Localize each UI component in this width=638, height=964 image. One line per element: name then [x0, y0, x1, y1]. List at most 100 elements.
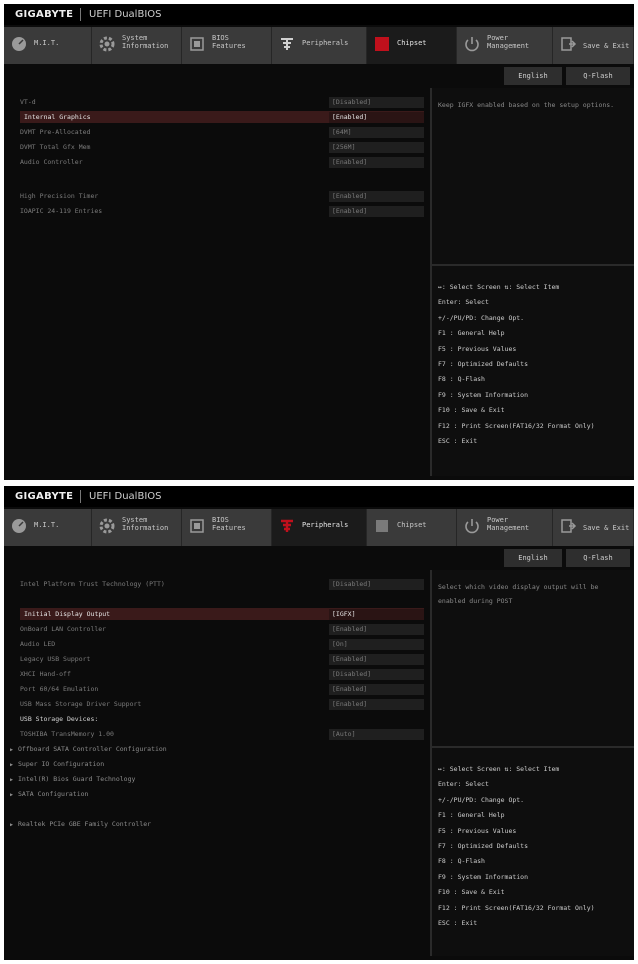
language-button[interactable]: English	[504, 549, 562, 567]
tab-label: M.I.T.	[34, 39, 60, 47]
key-help-line: F1 : General Help	[438, 811, 505, 820]
key-help-line: F12 : Print Screen(FAT16/32 Format Only)	[438, 421, 595, 430]
submenu-item[interactable]: SATA Configuration	[10, 788, 414, 800]
help-description: Select which video display output will b…	[438, 583, 599, 605]
setting-row-selected[interactable]: Initial Display Output [IGFX]	[20, 608, 424, 620]
setting-row[interactable]: Port 60/64 Emulation [Enabled]	[20, 683, 424, 695]
submenu-label: SATA Configuration	[10, 788, 88, 801]
setting-label: Audio Controller	[20, 158, 83, 166]
product-name: UEFI DualBIOS	[89, 491, 162, 502]
tab-label: BIOS Features	[212, 516, 246, 532]
language-button[interactable]: English	[504, 67, 562, 85]
peripherals-icon	[281, 519, 293, 532]
setting-label: Legacy USB Support	[20, 655, 91, 663]
bios-chip-icon	[190, 519, 204, 533]
tab-bios-features[interactable]: BIOS Features	[182, 509, 272, 546]
tab-chipset[interactable]: Chipset	[367, 509, 457, 546]
setting-label: USB Mass Storage Driver Support	[20, 700, 142, 708]
setting-row[interactable]: DVMT Pre-Allocated [64M]	[20, 126, 424, 138]
setting-value[interactable]: [Disabled]	[329, 579, 424, 590]
gear-icon	[99, 518, 115, 534]
tab-chipset[interactable]: Chipset	[367, 27, 457, 64]
setting-value[interactable]: [Enabled]	[329, 684, 424, 695]
settings-list: Intel Platform Trust Technology (PTT) [D…	[8, 570, 428, 956]
tab-label: Save & Exit	[583, 524, 630, 532]
submenu-label: Super IO Configuration	[10, 758, 104, 771]
setting-row[interactable]: Intel Platform Trust Technology (PTT) [D…	[20, 578, 424, 590]
setting-value[interactable]: [Disabled]	[329, 669, 424, 680]
submenu-label: Intel(R) Bios Guard Technology	[10, 773, 135, 786]
tab-peripherals[interactable]: Peripherals	[272, 27, 367, 64]
setting-value[interactable]: [Enabled]	[329, 206, 424, 217]
brand-logo: GIGABYTE	[15, 491, 74, 502]
key-help-line: F5 : Previous Values	[438, 826, 517, 835]
tab-label: M.I.T.	[34, 521, 60, 529]
setting-value[interactable]: [Enabled]	[329, 157, 424, 168]
setting-value[interactable]: [Enabled]	[329, 699, 424, 710]
mit-gauge-icon	[12, 519, 26, 533]
key-help-line: F1 : General Help	[438, 329, 505, 338]
setting-value[interactable]: [Enabled]	[329, 654, 424, 665]
setting-row[interactable]: XHCI Hand-off [Disabled]	[20, 668, 424, 680]
tab-save-exit[interactable]: Save & Exit	[553, 27, 634, 64]
setting-row[interactable]: High Precision Timer [Enabled]	[20, 190, 424, 202]
bios-chip-icon	[190, 37, 204, 51]
setting-value[interactable]: [64M]	[329, 127, 424, 138]
sub-toolbar: English Q-Flash	[4, 546, 634, 570]
key-help-line: F5 : Previous Values	[438, 344, 517, 353]
qflash-button[interactable]: Q-Flash	[566, 549, 630, 567]
tab-system-information[interactable]: System Information	[92, 509, 182, 546]
tab-mit[interactable]: M.I.T.	[4, 509, 92, 546]
tab-peripherals[interactable]: Peripherals	[272, 509, 367, 546]
setting-row[interactable]: Audio Controller [Enabled]	[20, 156, 424, 168]
sub-toolbar: English Q-Flash	[4, 64, 634, 88]
setting-row[interactable]: VT-d [Disabled]	[20, 96, 424, 108]
help-description-box: Select which video display output will b…	[432, 570, 634, 748]
setting-row-selected[interactable]: Internal Graphics [Enabled]	[20, 111, 424, 123]
setting-value[interactable]: [Enabled]	[329, 191, 424, 202]
power-icon	[465, 519, 479, 534]
tab-bios-features[interactable]: BIOS Features	[182, 27, 272, 64]
setting-value[interactable]: [Disabled]	[329, 97, 424, 108]
power-icon	[465, 37, 479, 52]
setting-row[interactable]: Legacy USB Support [Enabled]	[20, 653, 424, 665]
help-description-box: Keep IGFX enabled based on the setup opt…	[432, 88, 634, 266]
setting-value[interactable]: [256M]	[329, 142, 424, 153]
key-help-line: Enter: Select	[438, 780, 489, 789]
setting-value[interactable]: [Auto]	[329, 729, 424, 740]
key-help-line: F7 : Optimized Defaults	[438, 360, 529, 369]
key-legend: ↔: Select Screen ⇅: Select Item Enter: S…	[438, 762, 634, 931]
setting-row[interactable]: TOSHIBA TransMemory 1.00 [Auto]	[20, 728, 424, 740]
setting-label: High Precision Timer	[20, 192, 99, 200]
tab-save-exit[interactable]: Save & Exit	[553, 509, 634, 546]
key-help-line: F8 : Q-Flash	[438, 375, 485, 384]
submenu-item[interactable]: Offboard SATA Controller Configuration	[10, 743, 414, 755]
tab-power-management[interactable]: Power Management	[457, 509, 553, 546]
setting-value[interactable]: [On]	[329, 639, 424, 650]
setting-value[interactable]: [Enabled]	[329, 624, 424, 635]
gear-icon	[99, 36, 115, 52]
main-tabs: M.I.T. System Information BIOS Features …	[4, 27, 634, 64]
tab-label: Power Management	[487, 34, 530, 50]
divider	[80, 490, 81, 503]
setting-row[interactable]: USB Mass Storage Driver Support [Enabled…	[20, 698, 424, 710]
setting-label: Initial Display Output	[24, 610, 111, 618]
key-help-line: Enter: Select	[438, 298, 489, 307]
setting-row[interactable]: DVMT Total Gfx Mem [256M]	[20, 141, 424, 153]
section-heading-label: USB Storage Devices:	[20, 715, 99, 723]
tab-mit[interactable]: M.I.T.	[4, 27, 92, 64]
setting-row[interactable]: IOAPIC 24-119 Entries [Enabled]	[20, 205, 424, 217]
submenu-item[interactable]: Intel(R) Bios Guard Technology	[10, 773, 414, 785]
submenu-item[interactable]: Super IO Configuration	[10, 758, 414, 770]
setting-row[interactable]: OnBoard LAN Controller [Enabled]	[20, 623, 424, 635]
qflash-button[interactable]: Q-Flash	[566, 67, 630, 85]
tab-power-management[interactable]: Power Management	[457, 27, 553, 64]
submenu-item[interactable]: Realtek PCIe GBE Family Controller	[10, 818, 414, 830]
setting-row[interactable]: Audio LED [On]	[20, 638, 424, 650]
divider	[80, 8, 81, 21]
setting-value[interactable]: [Enabled]	[329, 112, 424, 123]
setting-value[interactable]: [IGFX]	[329, 609, 424, 620]
tab-system-information[interactable]: System Information	[92, 27, 182, 64]
submenu-label: Offboard SATA Controller Configuration	[10, 743, 167, 756]
key-help-line: ↔: Select Screen ⇅: Select Item	[438, 283, 560, 291]
